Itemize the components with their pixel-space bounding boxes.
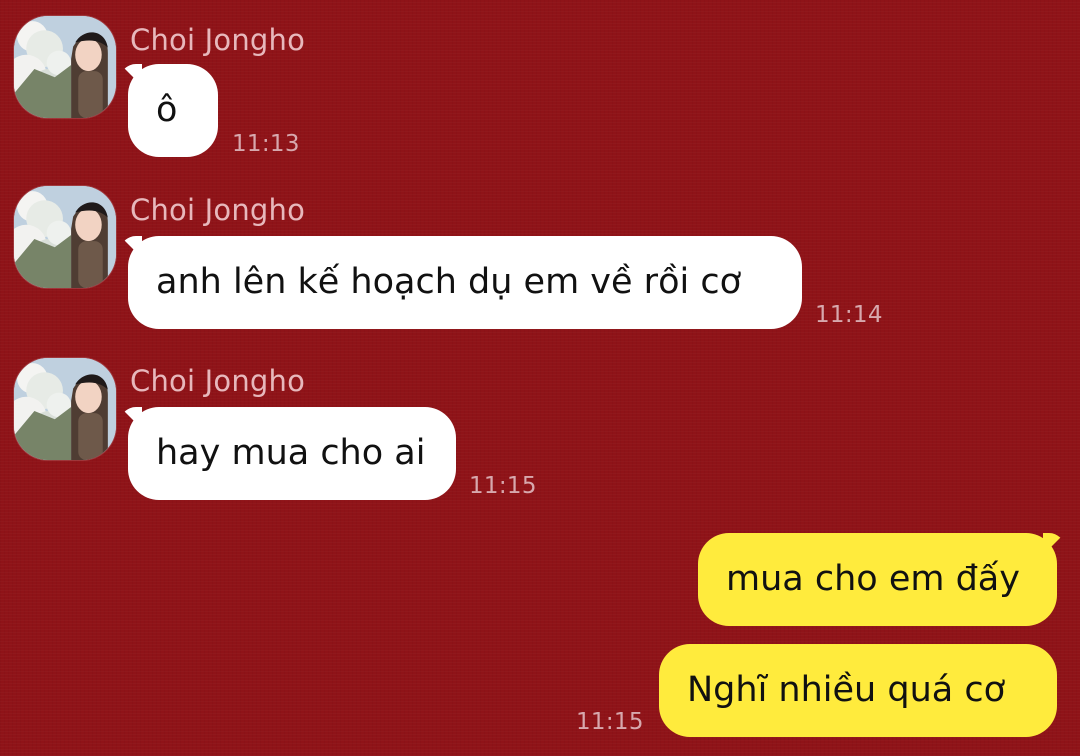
outgoing-message-bubble[interactable]: mua cho em đấy — [698, 533, 1057, 626]
sender-name: Choi Jongho — [130, 23, 306, 57]
message-text: anh lên kế hoạch dụ em về rồi cơ — [156, 262, 741, 302]
incoming-message-bubble[interactable]: ô — [128, 64, 218, 157]
message-text: hay mua cho ai — [156, 433, 426, 473]
avatar[interactable] — [14, 186, 116, 288]
message-time: 11:14 — [815, 302, 883, 328]
message-text: ô — [156, 90, 178, 130]
incoming-message-bubble[interactable]: anh lên kế hoạch dụ em về rồi cơ — [128, 236, 802, 329]
avatar-image-icon — [14, 186, 116, 288]
avatar-image-icon — [14, 16, 116, 118]
message-time: 11:15 — [576, 709, 644, 735]
outgoing-message-bubble[interactable]: Nghĩ nhiều quá cơ — [659, 644, 1057, 737]
chat-thread: Choi Jongho ô 11:13 Choi Jongho anh lên … — [0, 0, 1080, 756]
message-time: 11:13 — [232, 131, 300, 157]
sender-name: Choi Jongho — [130, 364, 306, 398]
message-text: Nghĩ nhiều quá cơ — [687, 670, 1005, 710]
avatar[interactable] — [14, 358, 116, 460]
sender-name: Choi Jongho — [130, 193, 306, 227]
message-text: mua cho em đấy — [726, 559, 1020, 599]
avatar[interactable] — [14, 16, 116, 118]
incoming-message-bubble[interactable]: hay mua cho ai — [128, 407, 456, 500]
avatar-image-icon — [14, 358, 116, 460]
message-time: 11:15 — [469, 473, 537, 499]
